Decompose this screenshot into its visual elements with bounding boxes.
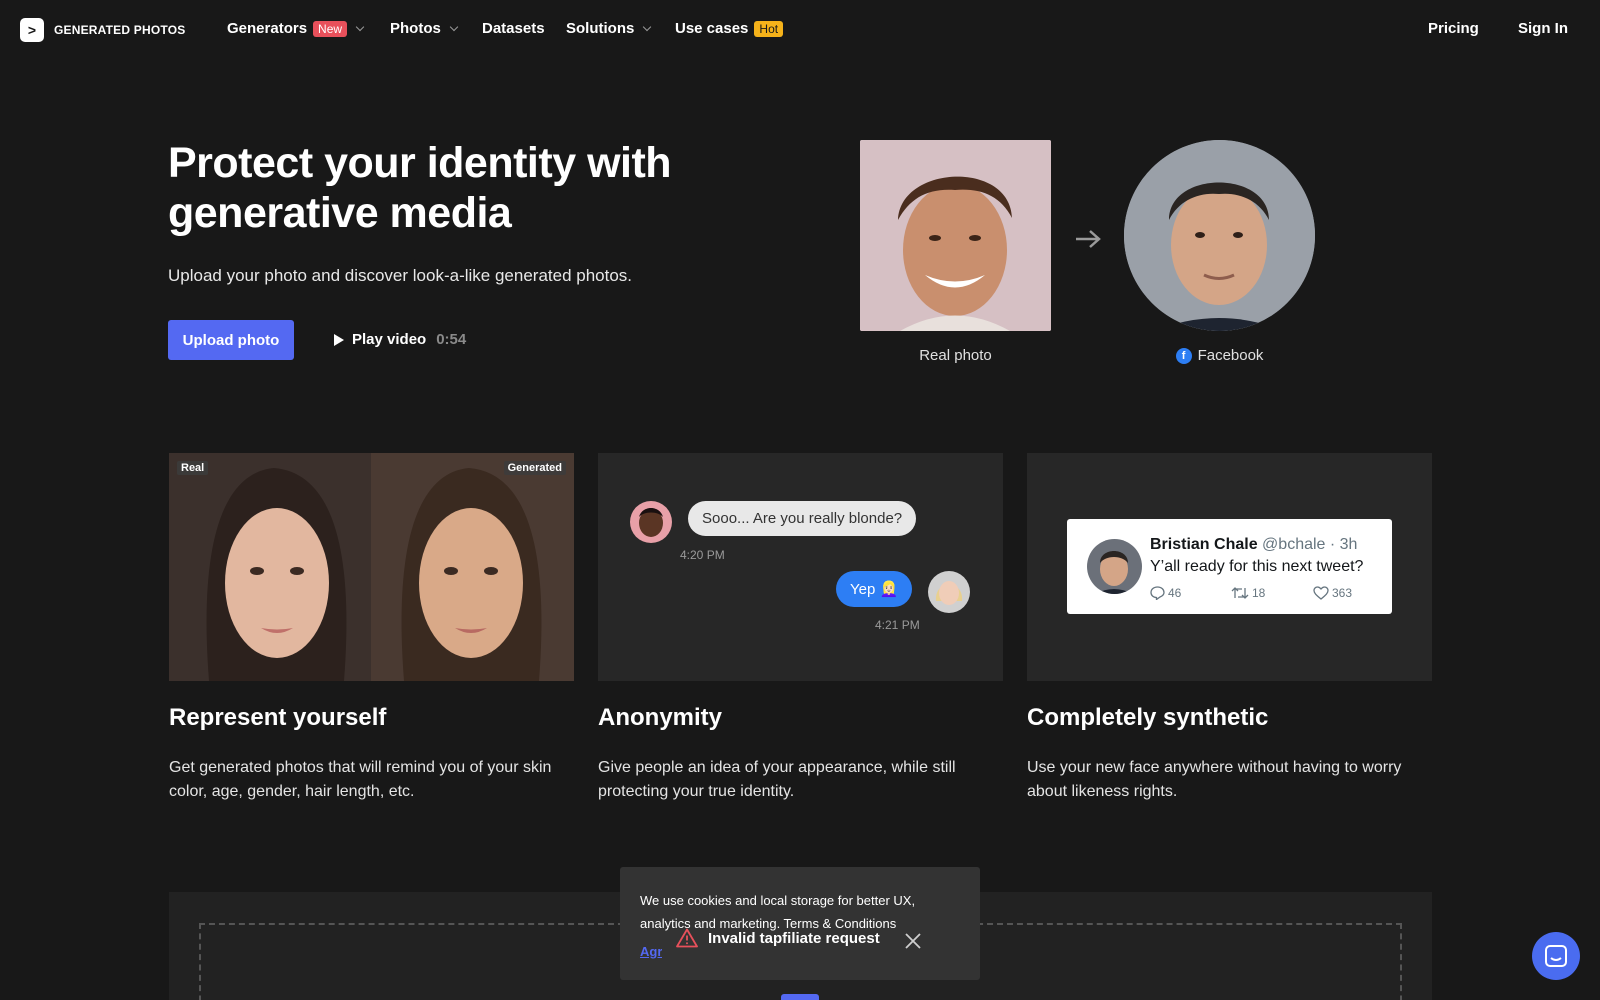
nav-pricing[interactable]: Pricing — [1428, 20, 1479, 37]
card-title-anonymity: Anonymity — [598, 704, 723, 731]
hero-title: Protect your identity with generative me… — [168, 139, 672, 237]
new-badge: New — [313, 20, 348, 37]
facebook-caption-label: Facebook — [1197, 347, 1264, 364]
arrow-right-icon — [1076, 230, 1101, 248]
real-tag: Real — [177, 461, 209, 475]
chat-icon — [1545, 945, 1567, 967]
logo-text: GENERATED PHOTOS — [54, 23, 186, 37]
chevron-down-icon — [643, 22, 652, 31]
card-desc-anonymity: Give people an idea of your appearance, … — [598, 759, 956, 800]
cookie-banner: We use cookies and local storage for bet… — [620, 867, 980, 980]
play-video-label: Play video — [352, 331, 427, 348]
facebook-caption: f Facebook — [1124, 347, 1315, 364]
nav-solutions-label: Solutions — [566, 20, 635, 37]
nav-datasets-label: Datasets — [482, 20, 545, 37]
tweet-retweets: 18 — [1231, 586, 1265, 600]
chat-time: 4:21 PM — [875, 618, 920, 632]
heart-icon — [1313, 586, 1329, 600]
tweet-text: Y’all ready for this next tweet? — [1150, 558, 1364, 575]
nav-sign-in-label: Sign In — [1518, 20, 1568, 37]
upload-photo-button[interactable]: Upload photo — [168, 320, 294, 360]
nav-pricing-label: Pricing — [1428, 20, 1479, 37]
hot-badge: Hot — [754, 20, 784, 37]
tweet-card: Bristian Chale @bchale · 3h Y’all ready … — [1067, 519, 1392, 614]
tweet-author: Bristian Chale @bchale · 3h — [1150, 536, 1357, 554]
synthetic-tweet: Bristian Chale @bchale · 3h Y’all ready … — [1027, 453, 1432, 681]
error-toast: Invalid tapfiliate request — [676, 928, 880, 948]
tweet-handle: @bchale · 3h — [1262, 536, 1358, 553]
chat-launcher-button[interactable] — [1532, 932, 1580, 980]
logo-icon: > — [20, 18, 44, 42]
toast-message: Invalid tapfiliate request — [708, 929, 880, 947]
avatar — [1087, 539, 1142, 594]
represent-yourself-image: Real Generated — [169, 453, 574, 681]
retweet-count: 18 — [1252, 586, 1266, 600]
warning-icon — [676, 928, 698, 948]
chat-message-outgoing: Yep 👱🏻‍♀️ — [836, 571, 913, 607]
nav-photos-label: Photos — [390, 20, 441, 37]
anonymity-chat: Sooo... Are you really blonde? 4:20 PM Y… — [598, 453, 1003, 681]
generated-tag: Generated — [503, 461, 566, 475]
nav-use-cases-label: Use cases — [675, 20, 749, 37]
chat-message-incoming: Sooo... Are you really blonde? — [688, 501, 917, 536]
cookie-agree-button[interactable]: Agree — [640, 944, 662, 959]
play-video-button[interactable]: Play video 0:54 — [334, 331, 466, 348]
nav-photos[interactable]: Photos — [390, 20, 459, 37]
top-nav: > GENERATED PHOTOS Generators New Photos… — [0, 0, 1600, 60]
like-count: 363 — [1332, 586, 1353, 600]
real-photo-caption: Real photo — [919, 347, 992, 364]
card-title-represent: Represent yourself — [169, 704, 387, 731]
avatar — [630, 501, 672, 543]
nav-generators-label: Generators — [227, 20, 308, 37]
tweet-author-name: Bristian Chale — [1150, 536, 1258, 553]
video-duration: 0:54 — [436, 331, 467, 348]
tweet-replies: 46 — [1150, 586, 1181, 600]
tweet-likes: 363 — [1313, 586, 1352, 600]
nav-solutions[interactable]: Solutions — [566, 20, 652, 37]
chat-time: 4:20 PM — [680, 548, 725, 562]
generated-photo-image — [1124, 140, 1315, 331]
nav-datasets[interactable]: Datasets — [482, 20, 545, 37]
retweet-icon — [1231, 587, 1249, 599]
card-title-synthetic: Completely synthetic — [1027, 704, 1269, 731]
logo[interactable]: > GENERATED PHOTOS — [20, 18, 185, 42]
nav-use-cases[interactable]: Use cases Hot — [675, 20, 784, 37]
nav-generators[interactable]: Generators New — [227, 20, 365, 37]
avatar — [928, 571, 970, 613]
card-desc-represent: Get generated photos that will remind yo… — [169, 759, 552, 800]
reply-count: 46 — [1168, 586, 1182, 600]
close-icon[interactable] — [904, 932, 922, 950]
facebook-icon: f — [1175, 347, 1192, 364]
nav-sign-in[interactable]: Sign In — [1518, 20, 1568, 37]
chevron-down-icon — [355, 22, 365, 31]
upload-button-partial[interactable] — [781, 994, 819, 1000]
reply-icon — [1150, 586, 1165, 600]
card-desc-synthetic: Use your new face anywhere without havin… — [1027, 759, 1402, 800]
chevron-down-icon — [449, 22, 459, 31]
play-icon — [334, 333, 344, 346]
hero-subtitle: Upload your photo and discover look-a-li… — [168, 266, 633, 285]
real-photo-image — [860, 140, 1051, 331]
